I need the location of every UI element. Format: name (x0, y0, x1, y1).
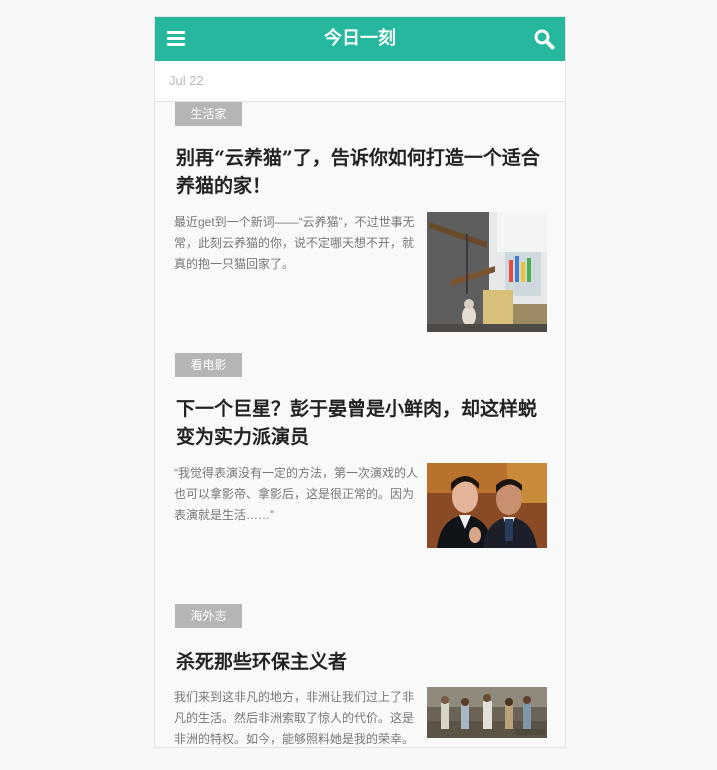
article-card[interactable]: 海外志 杀死那些环保主义者 我们来到这非凡的地方，非洲让我们过上了非凡的生活。然… (155, 604, 565, 747)
article-card[interactable]: 看电影 下一个巨星？彭于晏曾是小鲜肉，却这样蜕变为实力派演员 “我觉得表演没有一… (155, 353, 565, 605)
category-tag[interactable]: 看电影 (175, 353, 242, 377)
top-bar: 今日一刻 (155, 17, 565, 62)
cat-shelf-room-photo (427, 212, 547, 332)
article-card[interactable]: 生活家 别再“云养猫”了，告诉你如何打造一个适合养猫的家！ 最近get到一个新词… (155, 102, 565, 354)
two-men-portrait-photo (427, 463, 547, 548)
category-tag[interactable]: 生活家 (175, 102, 242, 126)
article-title[interactable]: 杀死那些环保主义者 (176, 648, 548, 676)
article-thumbnail[interactable] (427, 212, 547, 332)
search-icon[interactable] (533, 28, 555, 50)
africa-group-photo (427, 687, 547, 738)
article-excerpt: “我觉得表演没有一定的方法，第一次演戏的人也可以拿影帝、拿影后，这是很正常的。因… (174, 466, 418, 522)
article-title[interactable]: 别再“云养猫”了，告诉你如何打造一个适合养猫的家！ (176, 144, 548, 200)
app-title: 今日一刻 (324, 28, 396, 49)
date-label: Jul 22 (169, 73, 204, 88)
article-title[interactable]: 下一个巨星？彭于晏曾是小鲜肉，却这样蜕变为实力派演员 (176, 395, 548, 451)
article-thumbnail[interactable] (427, 687, 547, 738)
app-frame: 今日一刻 Jul 22 生活家 别再“云养猫”了，告诉你如何打造一个适合养猫的家… (154, 16, 566, 748)
article-excerpt: 我们来到这非凡的地方，非洲让我们过上了非凡的生活。然后非洲索取了惊人的代价。这是… (174, 690, 415, 746)
date-bar: Jul 22 (155, 61, 565, 102)
article-excerpt: 最近get到一个新词——“云养猫”，不过世事无常，此刻云养猫的你，说不定哪天想不… (174, 215, 415, 271)
article-thumbnail[interactable] (427, 463, 547, 548)
category-tag[interactable]: 海外志 (175, 604, 242, 628)
